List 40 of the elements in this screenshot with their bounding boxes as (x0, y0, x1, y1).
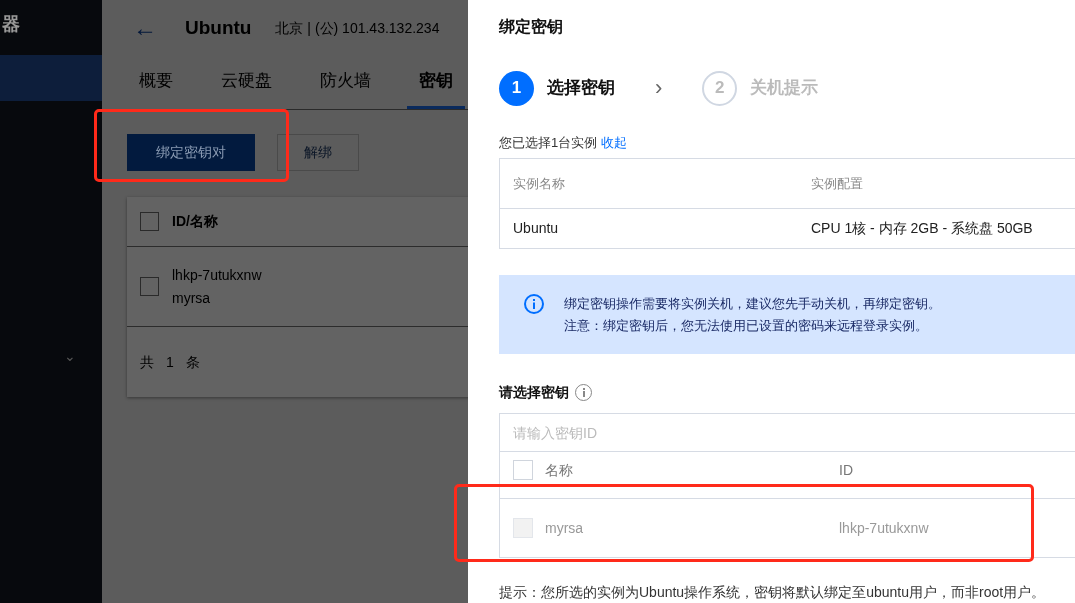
tab[interactable]: 密钥 (407, 55, 465, 109)
table-cell-text: CPU 1核 - 内存 2GB - 系统盘 50GB (811, 218, 1033, 238)
selection-note: 您已选择1台实例 (499, 134, 598, 153)
column-header: ID/名称 (172, 212, 218, 231)
step-number: 2 (702, 70, 738, 106)
unbind-button[interactable]: 解绑 (277, 134, 359, 171)
field-label: 请选择密钥 (499, 382, 569, 402)
bind-button[interactable]: 绑定密钥对 (127, 134, 255, 171)
notice-text: 注意：绑定密钥后，您无法使用已设置的密码来远程登录实例。 (564, 316, 929, 335)
column-header: 名称 (545, 461, 574, 480)
row-count: 共 1 条 (139, 352, 205, 372)
table-cell-text: lhkp-7utukxnw (839, 518, 929, 538)
collapse-link[interactable]: 收起 (601, 133, 628, 153)
tab[interactable]: 概要 (127, 55, 185, 109)
tab[interactable]: 防火墙 (308, 55, 383, 109)
page-title: Ubuntu (185, 15, 252, 40)
column-header: 实例配置 (811, 174, 863, 193)
sidebar-title: 器 (2, 13, 21, 36)
chevron-icon[interactable]: ⌄ (64, 346, 76, 367)
tab[interactable]: 云硬盘 (209, 55, 284, 109)
step-number: 1 (499, 70, 534, 106)
back-icon[interactable]: ← (133, 10, 157, 46)
drawer-title: 绑定密钥 (499, 16, 564, 37)
column-header: ID (839, 461, 853, 480)
table-cell-text: Ubuntu (512, 218, 560, 238)
step-label: 选择密钥 (547, 77, 615, 100)
table-cell-text: myrsa (545, 518, 585, 538)
notice-text: 绑定密钥操作需要将实例关机，建议您先手动关机，再绑定密钥。 (564, 294, 941, 313)
sidebar-item[interactable] (0, 55, 102, 101)
checkbox[interactable] (140, 277, 159, 296)
checkbox[interactable] (140, 212, 159, 231)
hint-text: 提示：您所选的实例为Ubuntu操作系统，密钥将默认绑定至ubuntu用户，而非root用户。 (499, 583, 1047, 602)
step-label: 关机提示 (750, 77, 819, 100)
key-name: myrsa (172, 288, 212, 308)
info-icon (524, 293, 544, 314)
column-header: 实例名称 (512, 174, 566, 193)
instance-subtitle: 北京 | (公) 101.43.132.234 (275, 18, 440, 38)
search-field[interactable]: 请输入密钥ID (500, 414, 1075, 452)
chevron-right-icon: › (655, 77, 663, 100)
key-id: lhkp-7utukxnw (172, 265, 262, 285)
